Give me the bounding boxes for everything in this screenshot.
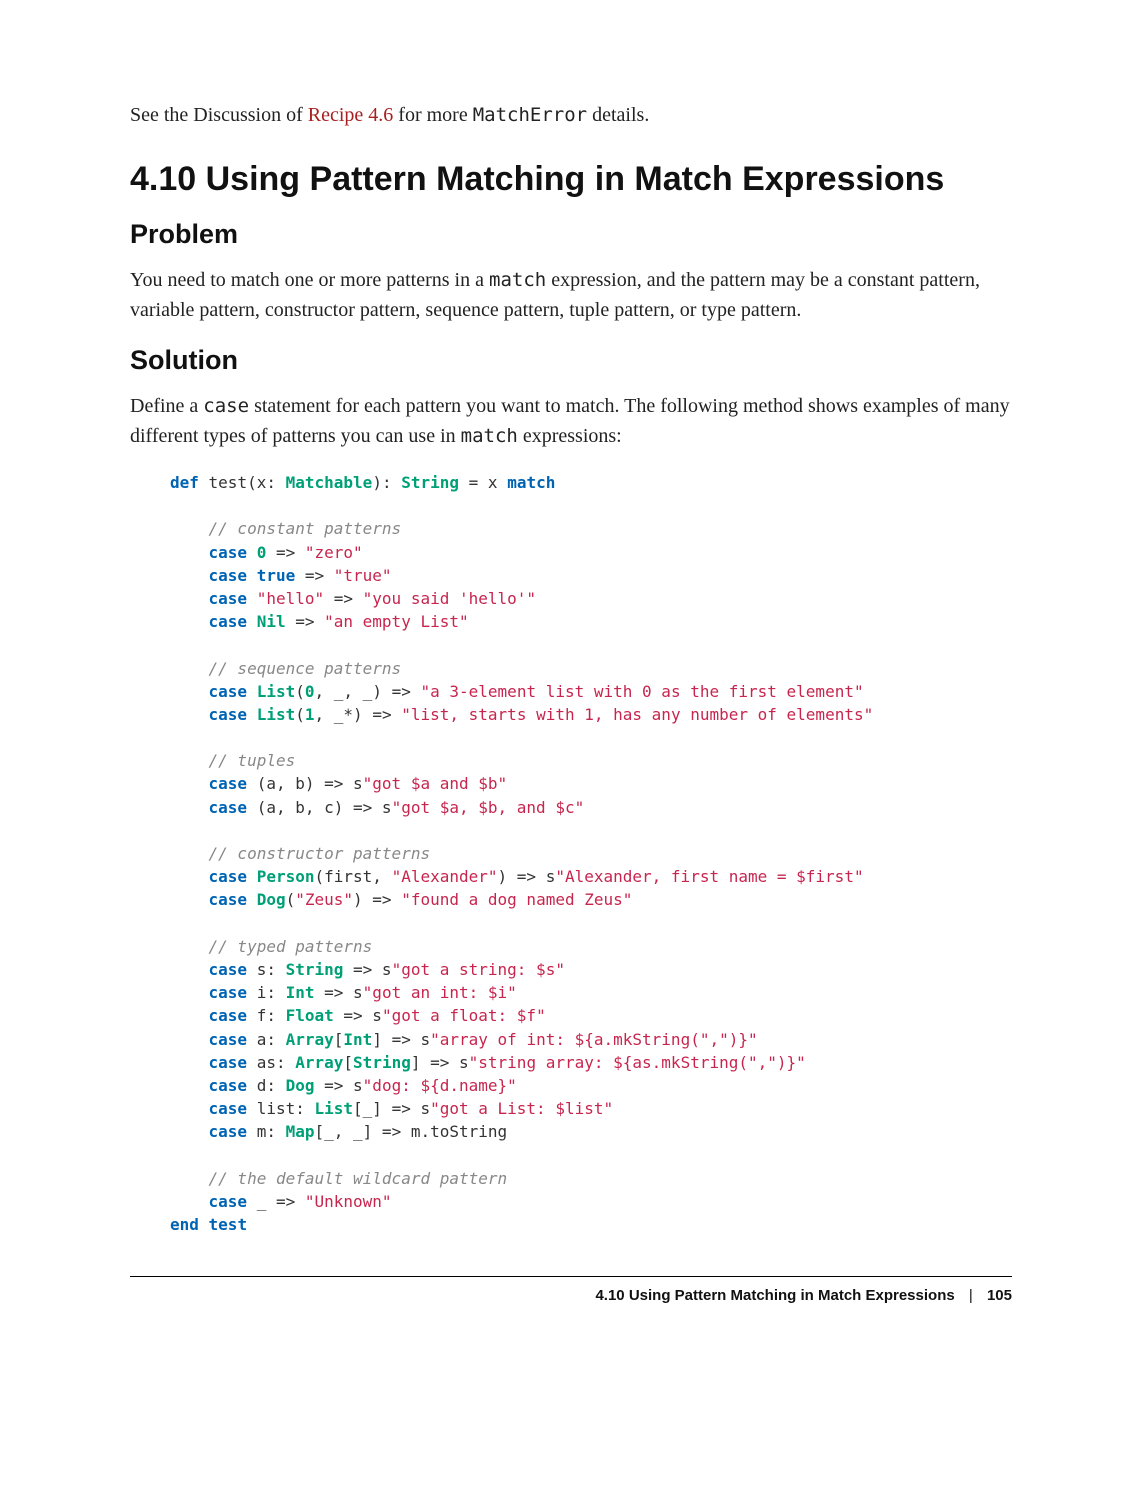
- footer-title: 4.10 Using Pattern Matching in Match Exp…: [595, 1287, 954, 1304]
- solution-heading: Solution: [130, 345, 1012, 376]
- intro-mid: for more: [393, 104, 472, 126]
- problem-heading: Problem: [130, 219, 1012, 250]
- intro-prefix: See the Discussion of: [130, 104, 308, 126]
- page: See the Discussion of Recipe 4.6 for mor…: [0, 0, 1142, 1500]
- page-number: 105: [987, 1287, 1012, 1304]
- footer-sep: |: [969, 1287, 973, 1304]
- intro-paragraph: See the Discussion of Recipe 4.6 for mor…: [130, 100, 1012, 130]
- page-footer: 4.10 Using Pattern Matching in Match Exp…: [130, 1287, 1012, 1304]
- intro-code: MatchError: [473, 104, 587, 126]
- footer-divider: 4.10 Using Pattern Matching in Match Exp…: [130, 1276, 1012, 1304]
- code-block: def test(x: Matchable): String = x match…: [170, 471, 1012, 1236]
- section-title: 4.10 Using Pattern Matching in Match Exp…: [130, 160, 1012, 199]
- solution-text: Define a case statement for each pattern…: [130, 391, 1012, 451]
- problem-text: You need to match one or more patterns i…: [130, 265, 1012, 325]
- intro-suffix: details.: [587, 104, 649, 126]
- recipe-link[interactable]: Recipe 4.6: [308, 104, 394, 126]
